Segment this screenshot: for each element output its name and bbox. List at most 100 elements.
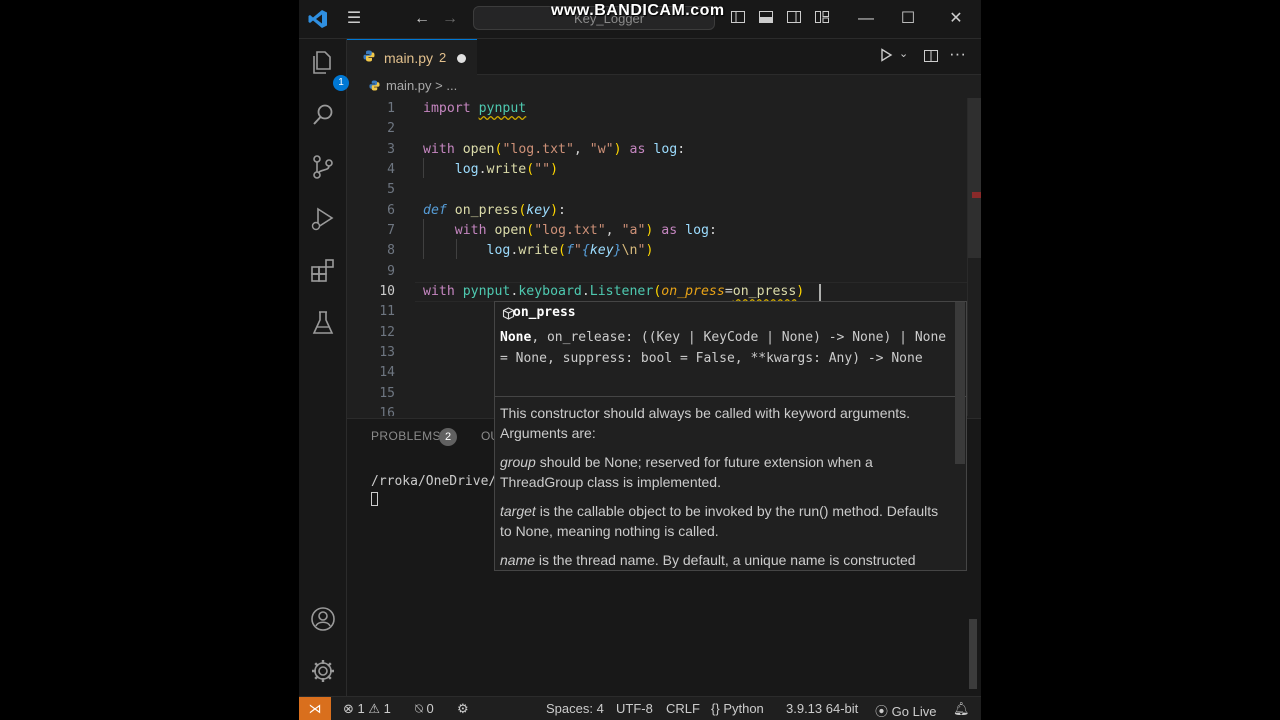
line-number: 7 [387, 223, 395, 238]
python-interpreter[interactable]: 3.9.13 64-bit [786, 701, 858, 716]
signature-hover-widget: on_press None, on_release: ((Key | KeyCo… [494, 301, 967, 571]
breadcrumb-file[interactable]: main.py [386, 78, 432, 93]
hover-signature: None, on_release: ((Key | KeyCode | None… [500, 328, 955, 369]
doc-term-target: target [500, 503, 536, 519]
line-number: 1 [387, 101, 395, 116]
code-line-8: log.write(f"{key}\n") [486, 243, 654, 258]
doc-text-group: should be None; reserved for future exte… [500, 454, 873, 490]
testing-flask-icon[interactable] [309, 309, 337, 337]
search-icon[interactable] [309, 101, 337, 129]
line-number: 13 [379, 345, 395, 360]
run-python-file-icon[interactable] [879, 48, 893, 66]
ports-count: 0 [426, 701, 434, 716]
line-number: 12 [379, 325, 395, 340]
vscode-window: ☰ ← → Key_Logger www.BANDICAM.com — ☐ ✕ … [299, 0, 981, 720]
line-number: 3 [387, 142, 395, 157]
minimize-icon[interactable]: — [855, 9, 877, 29]
line-number-active: 10 [379, 284, 395, 299]
split-editor-icon[interactable] [923, 48, 939, 68]
eol-status[interactable]: CRLF [666, 701, 700, 716]
problems-status[interactable]: ⊗ 1 ⚠ 1 [343, 701, 391, 717]
panel-scrollbar[interactable] [969, 619, 977, 689]
title-bar: ☰ ← → Key_Logger www.BANDICAM.com — ☐ ✕ [299, 0, 981, 39]
explorer-icon[interactable]: 1 [309, 49, 349, 91]
editor-scrollbar-thumb[interactable] [968, 98, 981, 258]
code-line-4: log.write("") [454, 162, 559, 177]
remote-window-icon[interactable]: ⋊ [299, 697, 331, 720]
terminal-cursor [371, 492, 378, 506]
line-number: 4 [387, 162, 395, 177]
unsaved-dot-icon[interactable] [457, 54, 466, 63]
extensions-icon[interactable] [309, 257, 337, 285]
go-live-button[interactable]: ⦿ Go Live [875, 701, 936, 720]
signature-rest: , on_release: ((Key | KeyCode | None) ->… [500, 330, 947, 366]
doc-term-group: group [500, 454, 536, 470]
breadcrumb: main.py > ... [369, 78, 457, 98]
line-number: 6 [387, 203, 395, 218]
more-actions-icon[interactable]: ··· [949, 44, 966, 64]
hover-doc-target: target is the callable object to be invo… [500, 501, 950, 541]
hover-scrollbar[interactable] [955, 302, 965, 464]
activity-bar: 1 [299, 39, 349, 696]
tab-main-py[interactable]: main.py 2 [347, 39, 477, 75]
line-number: 15 [379, 386, 395, 401]
error-icon: ⊗ [343, 701, 354, 716]
recording-watermark: www.BANDICAM.com [551, 2, 725, 19]
run-dropdown-chevron-icon[interactable]: ⌄ [899, 47, 908, 60]
warning-count: 1 [383, 701, 391, 716]
explorer-badge: 1 [333, 75, 349, 91]
notifications-bell-icon[interactable]: 🔔︎ [953, 701, 970, 717]
accounts-icon[interactable] [309, 605, 337, 633]
hover-doc-group: group should be None; reserved for futur… [500, 452, 950, 492]
broadcast-icon: ⦿ [875, 704, 889, 719]
problems-count-badge: 2 [439, 428, 457, 446]
line-number: 14 [379, 365, 395, 380]
debug-launch-icon[interactable]: ⚙ [457, 701, 469, 717]
line-number: 2 [387, 121, 395, 136]
maximize-icon[interactable]: ☐ [897, 9, 919, 29]
run-and-debug-icon[interactable] [309, 205, 337, 233]
forward-arrow-icon[interactable]: → [439, 9, 461, 29]
doc-text-name: is the thread name. By default, a unique… [535, 552, 916, 568]
line-number: 9 [387, 264, 395, 279]
manage-gear-icon[interactable] [309, 657, 337, 685]
hover-symbol-name: on_press [513, 305, 576, 320]
text-cursor [819, 284, 821, 302]
hover-header: on_press [495, 302, 966, 324]
line-number: 8 [387, 243, 395, 258]
terminal-output[interactable]: /rroka/OneDrive/ [371, 474, 496, 489]
indentation-status[interactable]: Spaces: 4 [546, 701, 604, 716]
code-line-6: def on_press(key): [423, 203, 566, 218]
code-line-7: with open("log.txt", "a") as log: [454, 223, 717, 238]
tab-problems[interactable]: PROBLEMS [371, 429, 441, 443]
menu-icon[interactable]: ☰ [343, 9, 365, 29]
doc-term-name: name [500, 552, 536, 568]
toggle-secondary-sidebar-icon[interactable] [783, 9, 805, 31]
line-number: 11 [379, 304, 395, 319]
toggle-panel-icon[interactable] [755, 9, 777, 31]
close-icon[interactable]: ✕ [945, 9, 967, 29]
breadcrumb-more[interactable]: ... [446, 78, 457, 93]
scrollbar-error-marker [972, 192, 981, 198]
editor-scrollbar[interactable] [967, 98, 981, 416]
language-mode[interactable]: {} Python [711, 701, 764, 716]
ports-status[interactable]: ⍉ 0 [415, 701, 434, 717]
toggle-primary-sidebar-icon[interactable] [727, 9, 749, 31]
tab-problem-count: 2 [439, 50, 447, 65]
python-file-icon [369, 80, 380, 91]
vscode-logo-icon [307, 9, 329, 35]
source-control-icon[interactable] [309, 153, 337, 181]
braces-icon: {} [711, 701, 720, 716]
python-file-icon [363, 50, 375, 62]
status-bar: ⋊ ⊗ 1 ⚠ 1 ⍉ 0 ⚙ Spaces: 4 UTF-8 CRLF {} … [299, 696, 981, 720]
back-arrow-icon[interactable]: ← [411, 9, 433, 29]
code-line-3: with open("log.txt", "w") as log: [423, 142, 686, 157]
encoding-status[interactable]: UTF-8 [616, 701, 653, 716]
line-number: 16 [379, 406, 395, 416]
signature-bold-part: None [500, 330, 532, 345]
hover-doc-name: name is the thread name. By default, a u… [500, 550, 950, 570]
hover-separator [495, 396, 966, 397]
code-line-10: with pynput.keyboard.Listener(on_press=o… [423, 284, 805, 299]
customize-layout-icon[interactable] [811, 9, 833, 31]
tab-filename: main.py [384, 50, 434, 66]
